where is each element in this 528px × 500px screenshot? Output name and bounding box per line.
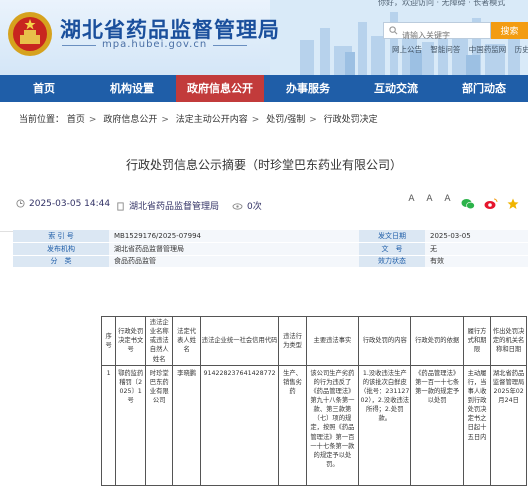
nav-item-home[interactable]: 首页 bbox=[0, 75, 88, 102]
sub-links: 网上公告 智能问答 中国药监网 历史版本 bbox=[392, 44, 528, 55]
column-header: 行政处罚的内容 bbox=[358, 316, 412, 366]
class-label: 分 类 bbox=[13, 255, 109, 268]
top-links[interactable]: 你好，欢迎访问 · 无障碍 · 长者模式 bbox=[378, 0, 505, 8]
column-header: 行政处罚决定书文号 bbox=[115, 316, 147, 366]
source-meta: 湖北省药品监督管理局 bbox=[116, 199, 219, 212]
docno-value: 无 bbox=[425, 242, 528, 256]
publish-date: 2025-03-05 14:44 bbox=[29, 199, 111, 209]
column-header: 违法企业统一社会信用代码 bbox=[199, 316, 280, 366]
table-cell: 时珍堂巴东药业有限公司 bbox=[145, 364, 174, 486]
nav-item-news[interactable]: 部门动态 bbox=[440, 75, 528, 102]
table-header-row: 序号 行政处罚决定书文号 违法企业名称或违法自然人姓名 法定代表人姓名 违法企业… bbox=[100, 316, 527, 366]
column-header: 行政处罚的依据 bbox=[410, 316, 464, 366]
column-header: 违法行为类型 bbox=[278, 316, 307, 366]
index-label: 索 引 号 bbox=[13, 230, 109, 243]
main-nav: 首页 机构设置 政府信息公开 办事服务 互动交流 部门动态 bbox=[0, 75, 528, 102]
breadcrumb-item[interactable]: 首页 bbox=[67, 115, 85, 125]
breadcrumb-label: 当前位置： bbox=[19, 115, 65, 125]
table-cell: 湖北省药品监督管理局2025年02月24日 bbox=[490, 364, 527, 486]
table-cell: 1 bbox=[100, 364, 117, 486]
national-emblem-icon bbox=[8, 12, 52, 56]
sub-link[interactable]: 网上公告 bbox=[392, 45, 422, 54]
source: 湖北省药品监督管理局 bbox=[129, 202, 220, 212]
eye-icon bbox=[232, 203, 243, 210]
date-meta: 2025-03-05 14:44 bbox=[16, 199, 110, 209]
weibo-icon[interactable] bbox=[484, 195, 498, 214]
nav-item-interaction[interactable]: 互动交流 bbox=[352, 75, 440, 102]
table-cell: 914228237641428772 bbox=[199, 364, 280, 486]
document-info-table: 索 引 号 MB1529176/2025-07994 发文日期 2025-03-… bbox=[13, 230, 528, 268]
breadcrumb-item[interactable]: 法定主动公开内容 bbox=[176, 115, 248, 125]
breadcrumb-item[interactable]: 政府信息公开 bbox=[103, 115, 157, 125]
status-value: 有效 bbox=[425, 255, 528, 268]
docno-label: 文 号 bbox=[359, 242, 425, 256]
column-header: 法定代表人姓名 bbox=[172, 316, 201, 366]
site-header: 湖北省药品监督管理局 mpa.hubei.gov.cn 你好，欢迎访问 · 无障… bbox=[0, 0, 528, 75]
breadcrumb: 当前位置： 首页 > 政府信息公开 > 法定主动公开内容 > 处罚/强制 > 行政处罚决… bbox=[19, 115, 378, 125]
font-small-button[interactable]: A bbox=[440, 194, 455, 204]
view-count: 0次 bbox=[247, 202, 262, 212]
table-cell: 生产、销售劣药 bbox=[278, 364, 307, 486]
sub-link[interactable]: 中国药监网 bbox=[469, 45, 507, 54]
nav-item-services[interactable]: 办事服务 bbox=[264, 75, 352, 102]
column-header: 履行方式和期限 bbox=[462, 316, 492, 366]
class-value: 食品药品监管 bbox=[109, 255, 359, 268]
table-cell: 《药品管理法》第一百一十七条第一款的规定予以处罚 bbox=[410, 364, 464, 486]
site-domain: mpa.hubei.gov.cn bbox=[61, 39, 248, 50]
document-meta: 2025-03-05 14:44 湖北省药品监督管理局 0次 AAA bbox=[0, 186, 528, 232]
table-row: 1 鄂药监药稽罚〔2025〕1号 时珍堂巴东药业有限公司 李晓鹏 9142282… bbox=[100, 364, 527, 486]
table-cell: 鄂药监药稽罚〔2025〕1号 bbox=[115, 364, 147, 486]
document-title: 行政处罚信息公示摘要（时珍堂巴东药业有限公司） bbox=[125, 158, 402, 172]
search-button[interactable]: 搜索 bbox=[491, 22, 528, 39]
table-cell: 该公司生产劣药的行为违反了《药品管理法》第九十八条第一款、第三款第（七）项的规定… bbox=[305, 364, 360, 486]
table-cell: 主动履行，当事人收到行政处罚决定书之日起十五日内 bbox=[462, 364, 492, 486]
nav-item-organization[interactable]: 机构设置 bbox=[88, 75, 176, 102]
index-value: MB1529176/2025-07994 bbox=[109, 230, 359, 243]
penalty-table: 序号 行政处罚决定书文号 违法企业名称或违法自然人姓名 法定代表人姓名 违法企业… bbox=[100, 316, 527, 486]
search-box[interactable] bbox=[383, 22, 491, 43]
font-medium-button[interactable]: A bbox=[422, 194, 437, 204]
sub-link[interactable]: 历史版本 bbox=[515, 45, 528, 54]
building-icon bbox=[117, 202, 124, 211]
status-label: 效力状态 bbox=[359, 255, 425, 268]
breadcrumb-item[interactable]: 行政处罚决定 bbox=[324, 115, 378, 125]
font-large-button[interactable]: A bbox=[404, 194, 419, 204]
sub-link[interactable]: 智能问答 bbox=[430, 45, 460, 54]
search-icon bbox=[389, 26, 398, 35]
share-controls bbox=[461, 195, 523, 214]
column-header: 序号 bbox=[100, 316, 117, 366]
clock-icon bbox=[16, 199, 25, 208]
views-meta: 0次 bbox=[232, 199, 262, 212]
favorite-star-icon[interactable] bbox=[507, 195, 519, 214]
date-value: 2025-03-05 bbox=[425, 230, 528, 243]
font-size-controls: AAA bbox=[404, 194, 458, 204]
wechat-icon[interactable] bbox=[461, 195, 475, 214]
org-label: 发布机构 bbox=[13, 242, 109, 256]
breadcrumb-item[interactable]: 处罚/强制 bbox=[266, 115, 305, 125]
table-cell: 1.没收违法生产的该批次白鲜皮（批号：23112702），2.没收违法所得；2.… bbox=[358, 364, 412, 486]
column-header: 作出处罚决定的机关名称和日期 bbox=[490, 316, 527, 366]
date-label: 发文日期 bbox=[359, 230, 425, 243]
column-header: 主要违法事实 bbox=[305, 316, 360, 366]
nav-item-gov-info[interactable]: 政府信息公开 bbox=[176, 75, 264, 102]
column-header: 违法企业名称或违法自然人姓名 bbox=[145, 316, 174, 366]
org-value: 湖北省药品监督管理局 bbox=[109, 242, 359, 256]
table-cell: 李晓鹏 bbox=[172, 364, 201, 486]
